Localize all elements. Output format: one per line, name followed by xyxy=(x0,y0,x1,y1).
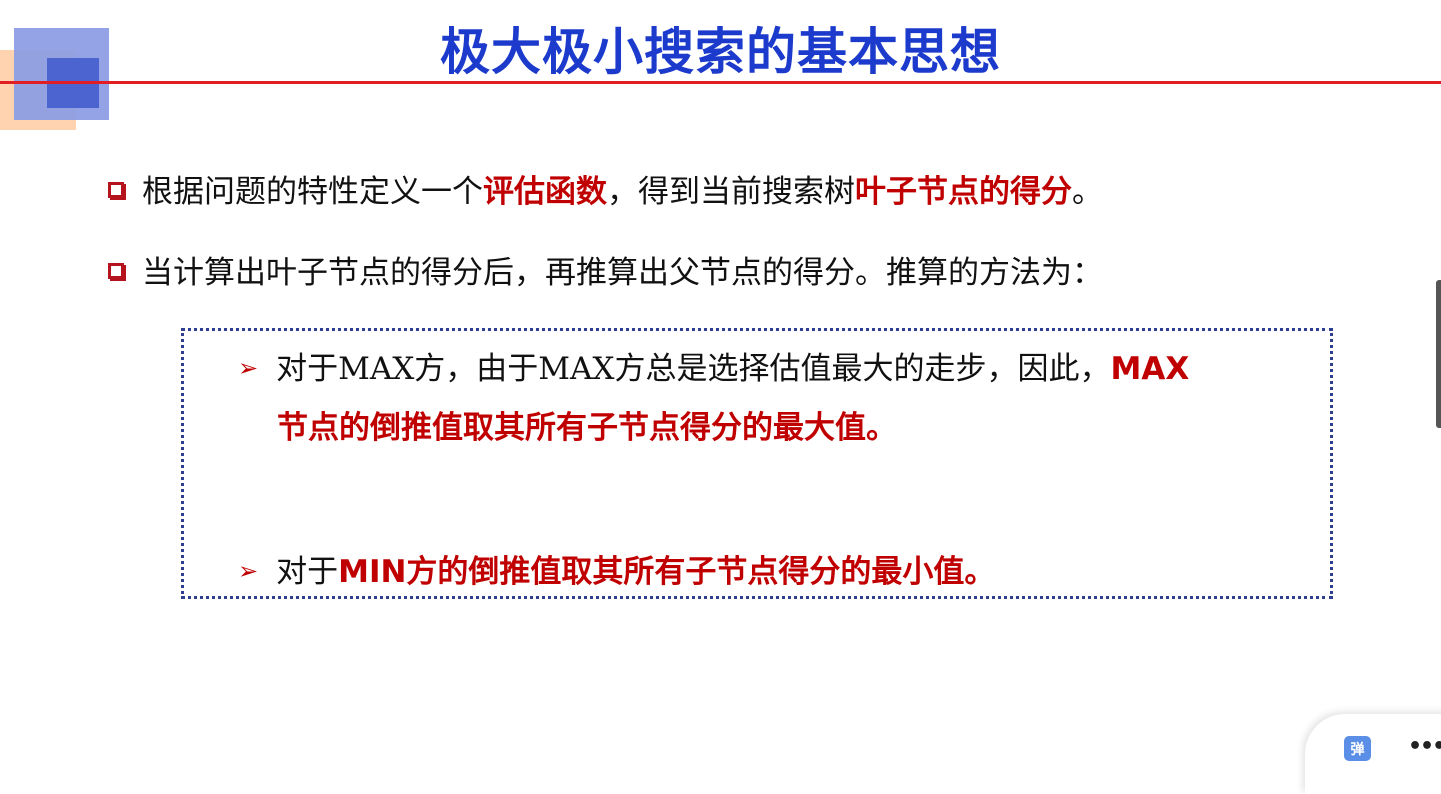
bullet-text: 。 xyxy=(1072,174,1103,210)
highlight-text: 节点的倒推值取其所有子节点得分的最大值。 xyxy=(277,410,897,446)
sub-point-text: 对于MAX方，由于MAX方总是选择估值最大的走步，因此， xyxy=(276,351,1111,387)
arrow-bullet-icon: ➢ xyxy=(238,354,259,382)
sub-point-continuation: 节点的倒推值取其所有子节点得分的最大值。 xyxy=(277,398,897,458)
slide-title: 极大极小搜索的基本思想 xyxy=(440,23,1001,81)
title-divider xyxy=(0,81,1441,84)
bullet-text: 当计算出叶子节点的得分后，再推算出父节点的得分。推算的方法为： xyxy=(142,255,1103,291)
sub-point-text: 对于 xyxy=(276,554,339,590)
highlight-text: MAX xyxy=(1110,351,1190,387)
side-scroll-handle[interactable] xyxy=(1436,280,1441,428)
danmu-toggle-button[interactable]: 弹 xyxy=(1344,736,1371,761)
checkbox-bullet-icon xyxy=(108,263,124,279)
highlight-text: MIN方的倒推值取其所有子节点得分的最小值。 xyxy=(338,554,996,590)
sub-point: ➢ 对于MAX方，由于MAX方总是选择估值最大的走步，因此，MAX xyxy=(238,338,1189,399)
sub-point: ➢ 对于MIN方的倒推值取其所有子节点得分的最小值。 xyxy=(238,541,995,602)
slide: 极大极小搜索的基本思想 根据问题的特性定义一个评估函数，得到当前搜索树叶子节点的… xyxy=(0,0,1441,764)
highlight-text: 叶子节点的得分 xyxy=(855,174,1072,210)
highlight-text: 评估函数 xyxy=(483,174,607,210)
bullet-item: 当计算出叶子节点的得分后，再推算出父节点的得分。推算的方法为： xyxy=(108,247,1103,292)
checkbox-bullet-icon xyxy=(108,182,124,198)
arrow-bullet-icon: ➢ xyxy=(238,557,259,585)
bullet-text: 根据问题的特性定义一个 xyxy=(142,174,483,210)
bullet-text: ，得到当前搜索树 xyxy=(607,174,855,210)
more-icon[interactable]: ••• xyxy=(1408,734,1441,760)
bullet-item: 根据问题的特性定义一个评估函数，得到当前搜索树叶子节点的得分。 xyxy=(108,166,1103,211)
